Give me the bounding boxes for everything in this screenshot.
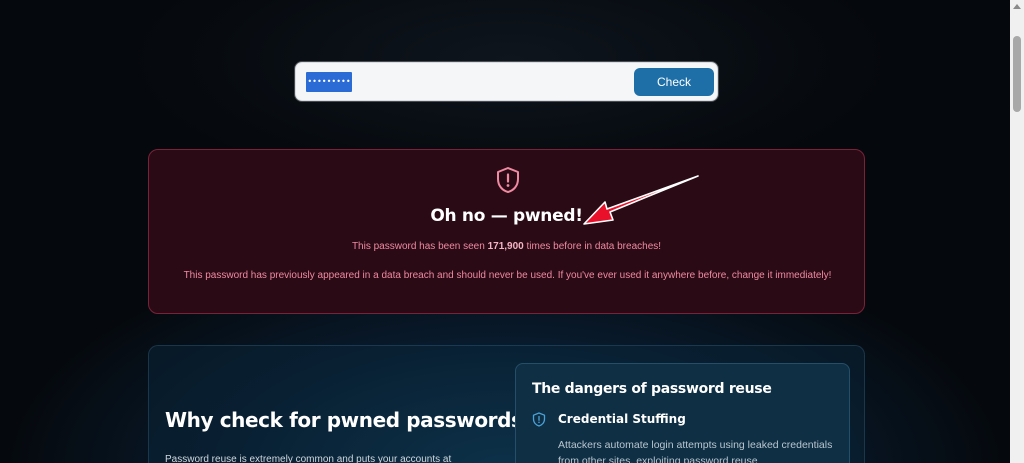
dangers-title: The dangers of password reuse xyxy=(532,381,772,397)
shield-alert-small-icon xyxy=(532,412,546,427)
info-heading: Why check for pwned passwords? xyxy=(165,408,534,432)
password-input[interactable]: ••••••••• xyxy=(306,72,352,92)
info-body: Password reuse is extremely common and p… xyxy=(165,454,452,463)
scroll-up-arrow-icon[interactable] xyxy=(1013,4,1021,9)
check-button[interactable]: Check xyxy=(634,68,714,96)
danger-item-title: Credential Stuffing xyxy=(558,412,686,426)
alert-advice: This password has previously appeared in… xyxy=(183,270,832,281)
info-section: Why check for pwned passwords? Password … xyxy=(148,345,865,463)
password-search-bar: ••••••••• Check xyxy=(295,62,718,101)
breach-count-value: 171,900 xyxy=(487,241,524,252)
vertical-scrollbar[interactable] xyxy=(1010,0,1024,463)
breach-count-suffix: times before in data breaches! xyxy=(523,241,662,252)
danger-item-description: Attackers automate login attempts using … xyxy=(558,439,833,463)
dangers-card: The dangers of password reuse Credential… xyxy=(515,363,850,463)
shield-alert-icon xyxy=(497,167,519,193)
breach-count-prefix: This password has been seen xyxy=(351,241,488,252)
annotation-arrow xyxy=(583,175,699,225)
scrollbar-thumb[interactable] xyxy=(1013,36,1021,112)
pwned-alert-card: Oh no — pwned! This password has been se… xyxy=(148,149,865,314)
page: ••••••••• Check Oh no — pwned! This pass… xyxy=(0,0,1024,463)
alert-title: Oh no — pwned! xyxy=(430,206,583,226)
breach-count-line: This password has been seen 171,900 time… xyxy=(149,241,864,252)
